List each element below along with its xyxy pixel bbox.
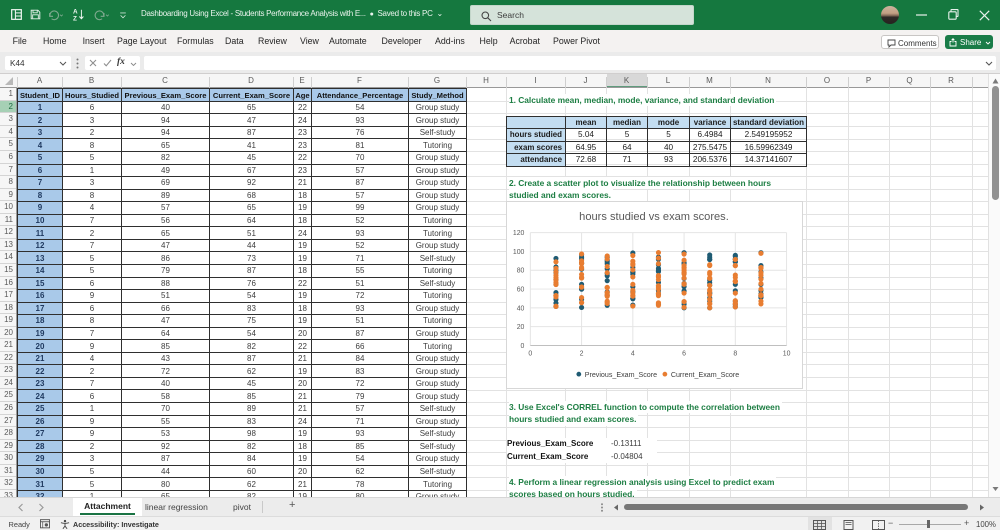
svg-text:6: 6 xyxy=(682,350,686,357)
svg-text:40: 40 xyxy=(517,305,525,312)
svg-text:100: 100 xyxy=(513,249,525,256)
svg-text:8: 8 xyxy=(733,350,737,357)
svg-text:60: 60 xyxy=(517,287,525,294)
svg-text:A: A xyxy=(73,9,78,16)
svg-text:10: 10 xyxy=(783,350,791,357)
svg-text:Z: Z xyxy=(73,16,77,21)
svg-text:20: 20 xyxy=(517,324,525,331)
svg-text:Current_Exam_Score: Current_Exam_Score xyxy=(671,371,739,379)
svg-text:0: 0 xyxy=(528,350,532,357)
svg-text:Previous_Exam_Score: Previous_Exam_Score xyxy=(585,371,657,379)
svg-text:2: 2 xyxy=(580,350,584,357)
svg-text:120: 120 xyxy=(513,230,525,237)
svg-text:80: 80 xyxy=(517,268,525,275)
svg-text:hours studied vs exam scores.: hours studied vs exam scores. xyxy=(579,211,729,223)
svg-text:4: 4 xyxy=(631,350,635,357)
svg-text:0: 0 xyxy=(521,343,525,350)
